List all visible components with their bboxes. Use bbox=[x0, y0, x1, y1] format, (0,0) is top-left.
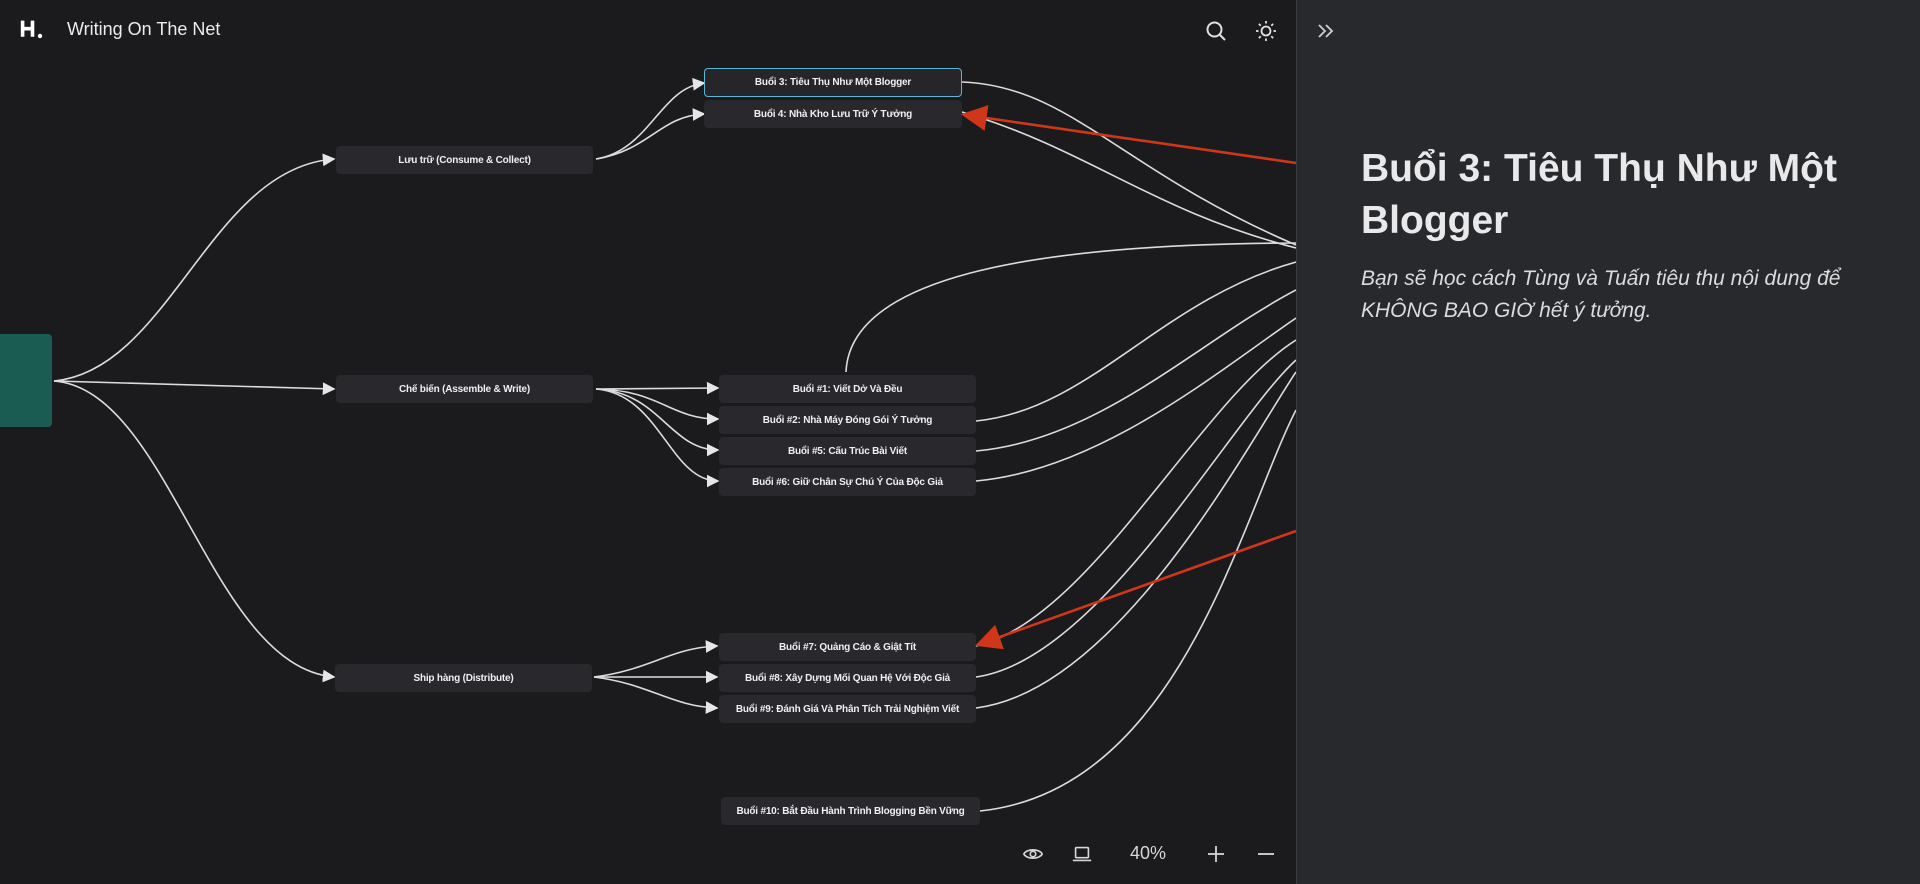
laptop-icon[interactable] bbox=[1068, 840, 1096, 868]
root-node[interactable] bbox=[0, 334, 52, 427]
lesson-node-b4[interactable]: Buổi 4: Nhà Kho Lưu Trữ Ý Tưởng bbox=[704, 100, 962, 128]
lesson-node-b5[interactable]: Buổi #5: Cấu Trúc Bài Viết bbox=[719, 437, 976, 465]
zoom-out-icon[interactable] bbox=[1252, 840, 1280, 868]
branch-distribute[interactable]: Ship hàng (Distribute) bbox=[335, 664, 592, 692]
lesson-node-b9[interactable]: Buổi #9: Đánh Giá Và Phân Tích Trải Nghi… bbox=[719, 695, 976, 723]
panel-description: Bạn sẽ học cách Tùng và Tuấn tiêu thụ nộ… bbox=[1361, 267, 1841, 322]
lesson-node-b1[interactable]: Buổi #1: Viết Dở Và Đều bbox=[719, 375, 976, 403]
lesson-node-b10[interactable]: Buổi #10: Bắt Đầu Hành Trình Blogging Bề… bbox=[721, 797, 980, 825]
panel-title: Buổi 3: Tiêu Thụ Như Một Blogger bbox=[1361, 147, 1837, 242]
eye-icon[interactable] bbox=[1019, 840, 1047, 868]
mindmap-canvas[interactable]: Lưu trữ (Consume & Collect) Chế biến (As… bbox=[0, 0, 1296, 884]
search-icon[interactable] bbox=[1202, 17, 1230, 45]
logo-icon[interactable] bbox=[19, 17, 43, 41]
zoom-in-icon[interactable] bbox=[1202, 840, 1230, 868]
branch-consume[interactable]: Lưu trữ (Consume & Collect) bbox=[336, 146, 593, 174]
collapse-panel-icon[interactable] bbox=[1311, 16, 1341, 46]
zoom-level: 40% bbox=[1130, 843, 1167, 863]
lesson-node-b7[interactable]: Buổi #7: Quảng Cáo & Giật Tít bbox=[719, 633, 976, 661]
mindmap-edges bbox=[53, 77, 1296, 812]
lesson-node-b3[interactable]: Buổi 3: Tiêu Thụ Như Một Blogger bbox=[704, 68, 962, 97]
app-title: Writing On The Net bbox=[67, 19, 221, 39]
lesson-node-b2[interactable]: Buổi #2: Nhà Máy Đóng Gói Ý Tưởng bbox=[719, 406, 976, 434]
detail-panel: Buổi 3: Tiêu Thụ Như Một Blogger Bạn sẽ … bbox=[1296, 0, 1920, 884]
lesson-node-b6[interactable]: Buổi #6: Giữ Chân Sự Chú Ý Của Độc Giả bbox=[719, 468, 976, 496]
sun-icon[interactable] bbox=[1252, 17, 1280, 45]
branch-assemble[interactable]: Chế biến (Assemble & Write) bbox=[336, 375, 593, 403]
lesson-node-b8[interactable]: Buổi #8: Xây Dựng Mối Quan Hệ Với Độc Gi… bbox=[719, 664, 976, 692]
